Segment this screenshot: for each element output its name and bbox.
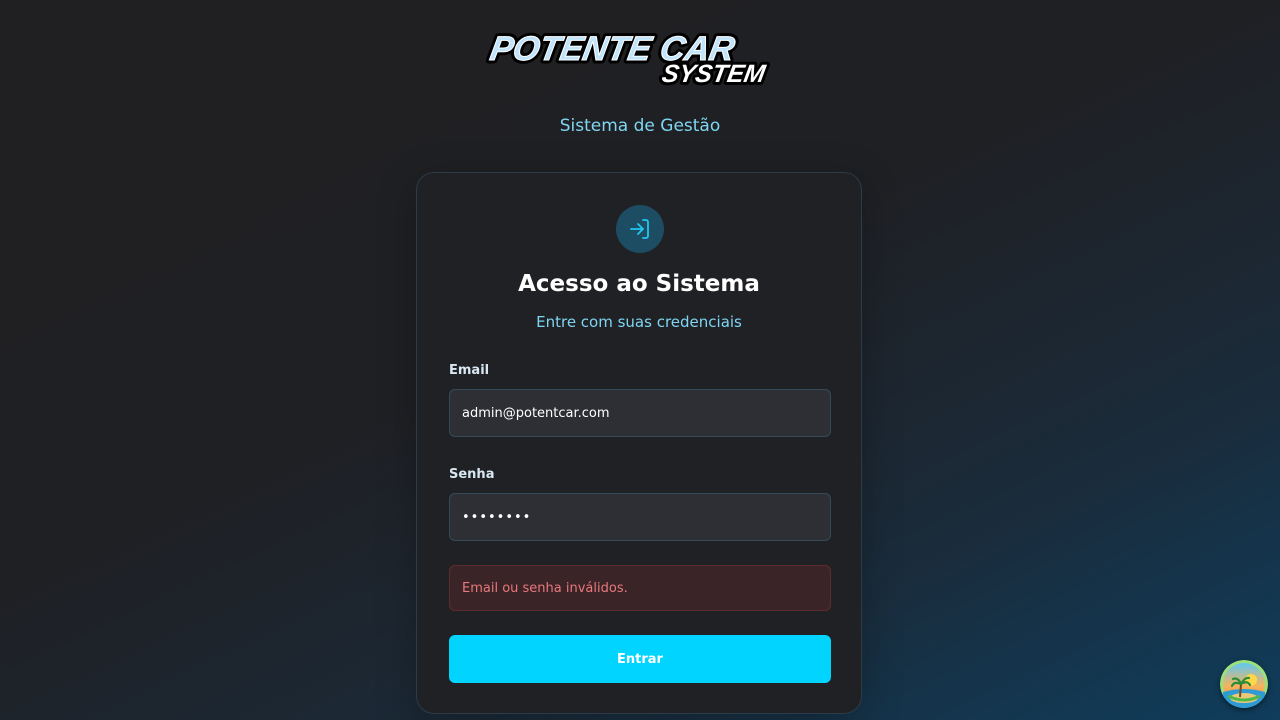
login-card: Acesso ao Sistema Entre com suas credenc… xyxy=(416,172,862,714)
beach-avatar-icon[interactable] xyxy=(1220,660,1268,708)
email-field[interactable] xyxy=(449,389,831,437)
password-label: Senha xyxy=(449,467,495,482)
email-label: Email xyxy=(449,363,490,378)
brand-logo: POTENTE CAR POTENTE CAR SYSTEM SYSTEM xyxy=(486,30,796,86)
login-page: POTENTE CAR POTENTE CAR SYSTEM SYSTEM Si… xyxy=(0,0,1280,720)
error-message: Email ou senha inválidos. xyxy=(449,565,831,611)
card-title: Acesso ao Sistema xyxy=(518,271,760,297)
password-field[interactable] xyxy=(449,493,831,541)
system-subtitle: Sistema de Gestão xyxy=(559,116,721,136)
submit-button[interactable]: Entrar xyxy=(449,635,831,683)
logo-line2: SYSTEM xyxy=(660,60,769,86)
card-subtitle: Entre com suas credenciais xyxy=(536,313,742,331)
login-icon xyxy=(616,205,664,253)
